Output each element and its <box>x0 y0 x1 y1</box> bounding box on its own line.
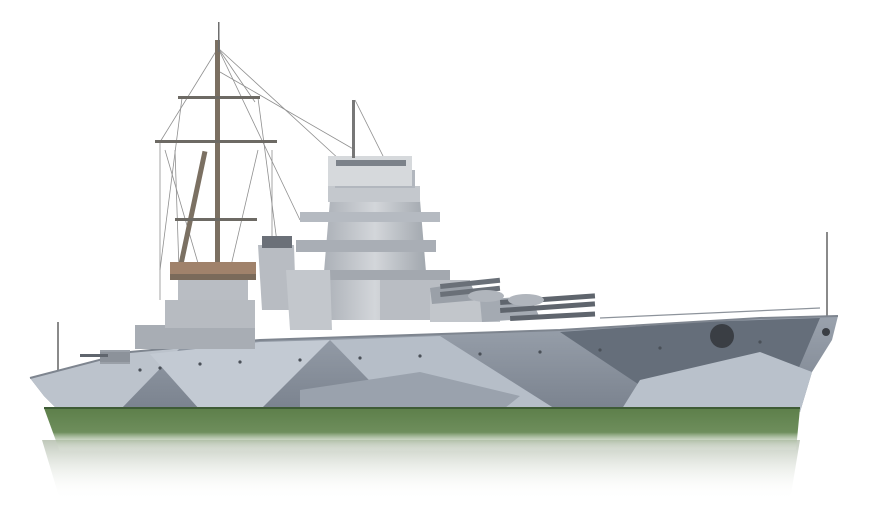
ship-svg <box>29 22 839 500</box>
stern-flagstaff <box>57 322 59 370</box>
waterline-band <box>44 408 800 452</box>
aft-guns <box>80 352 130 362</box>
fore-mast <box>155 22 277 302</box>
ship-illustration <box>0 0 870 512</box>
anchor-hawse <box>710 324 734 348</box>
jack-staff <box>826 232 828 316</box>
